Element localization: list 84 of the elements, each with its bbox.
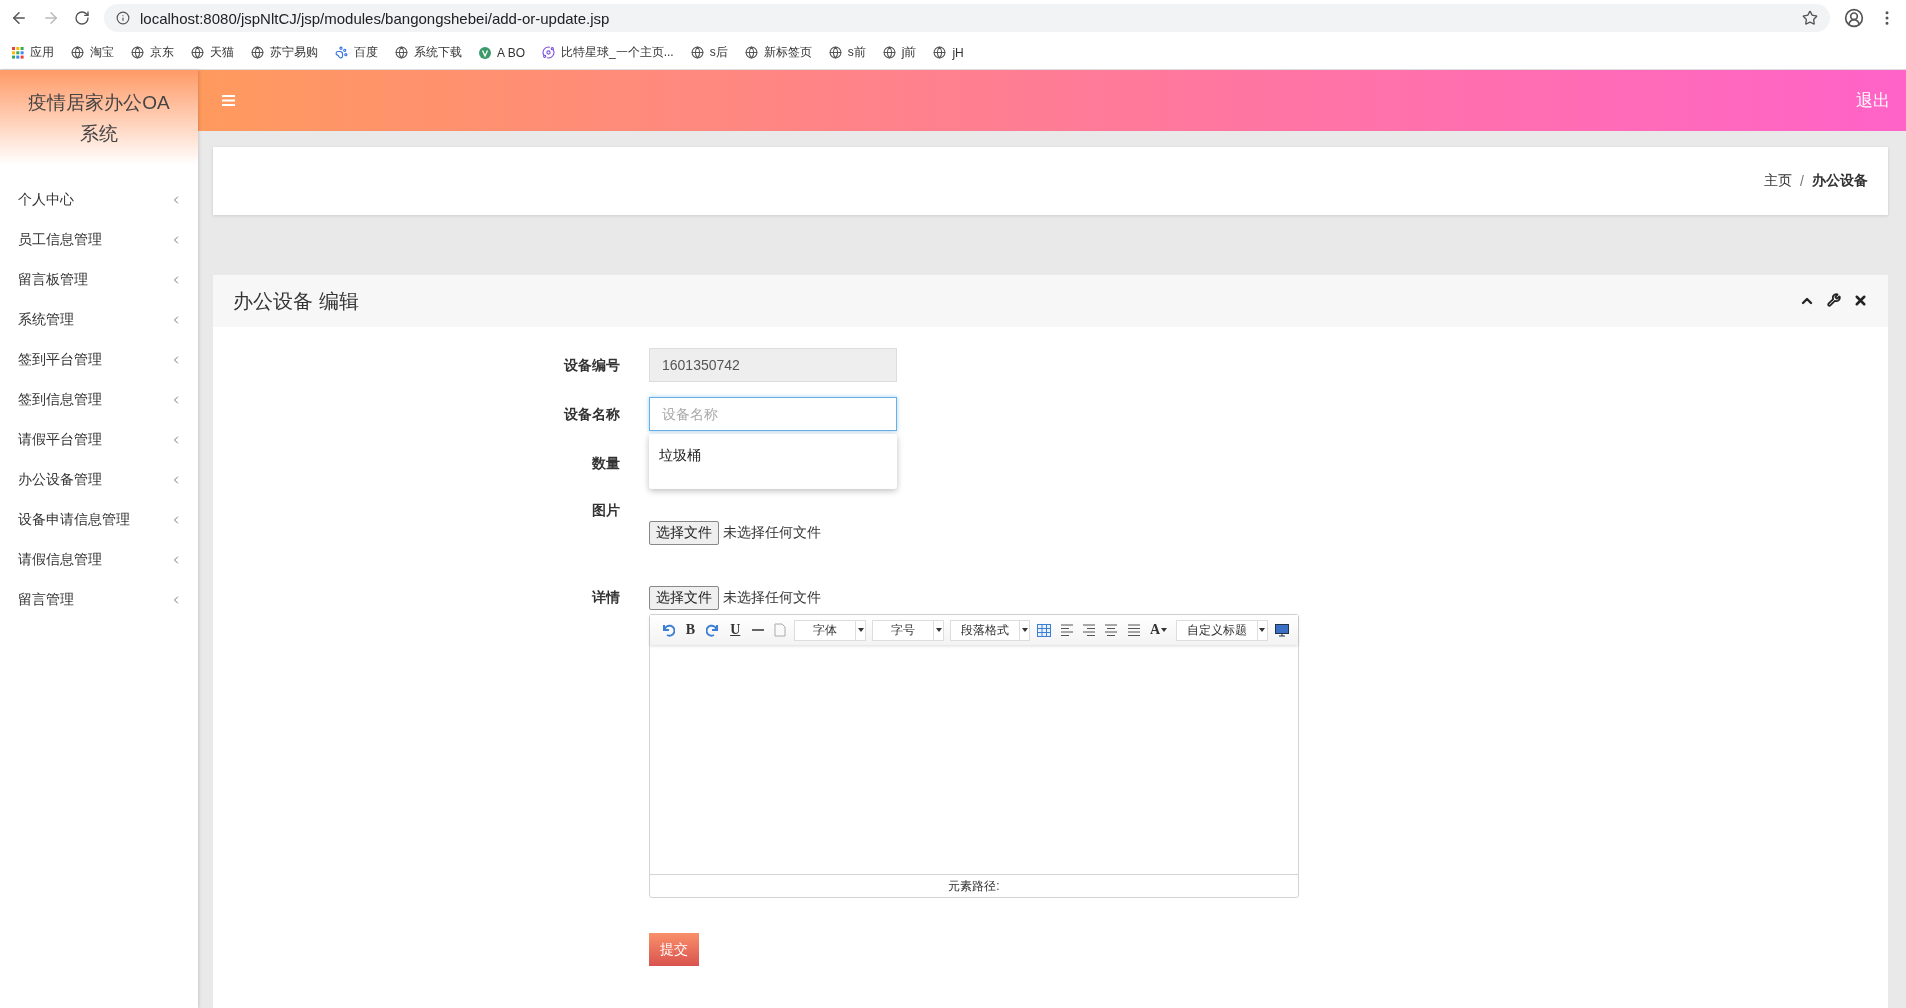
sidebar-item[interactable]: 留言管理 [0,580,198,620]
bookmark[interactable]: A BO [479,45,525,60]
globe-icon [251,46,264,59]
bookmark[interactable]: 应用 [12,44,54,61]
bold-button[interactable]: B [682,622,699,638]
breadcrumb-current: 办公设备 [1812,172,1868,190]
element-path: 元素路径: [948,877,1000,895]
back-icon[interactable] [10,9,28,27]
v-badge-icon [479,46,491,59]
text-field[interactable]: 设备名称 [649,397,897,431]
font-color-button[interactable]: A [1147,622,1170,638]
globe-icon [71,46,84,59]
sidebar-item[interactable]: 员工信息管理 [0,220,198,260]
file-status: 未选择任何文件 [723,589,821,607]
bookmark[interactable]: 系统下载 [395,44,462,61]
field-label: 设备编号 [562,357,620,375]
close-icon[interactable] [1853,293,1868,309]
bookmark[interactable]: s前 [828,44,866,61]
bookmark[interactable]: 天猫 [191,44,234,61]
sidebar-item[interactable]: 个人中心 [0,180,198,220]
choose-file-button[interactable]: 选择文件 [649,586,719,610]
star-icon[interactable] [1802,10,1818,26]
globe-icon [131,46,144,59]
bookmark[interactable]: jH [933,45,964,60]
table-icon[interactable] [1036,623,1053,637]
paw-icon [335,46,348,59]
reload-icon[interactable] [74,10,90,26]
sidebar-item[interactable]: 留言板管理 [0,260,198,300]
field-label: 图片 [591,502,620,520]
file-status: 未选择任何文件 [723,523,821,542]
sidebar-item[interactable]: 请假信息管理 [0,540,198,580]
toolbar-dropdown[interactable]: 字号 [872,619,945,641]
panel-title: 办公设备 编辑 [233,288,359,314]
toolbar-dropdown[interactable]: 字体 [794,619,867,641]
field-label: 设备名称 [562,406,620,424]
globe-icon [690,46,704,59]
suggestion-item[interactable]: 垃圾桶 [659,447,701,465]
info-icon [116,11,130,25]
wrench-icon[interactable] [1827,293,1841,309]
caret-icon [1161,628,1168,632]
bookmark[interactable]: 百度 [335,44,378,61]
globe-icon [882,46,896,59]
bookmark[interactable]: j前 [882,44,917,61]
breadcrumb-separator: / [1800,173,1804,189]
sidebar-item[interactable]: 请假平台管理 [0,420,198,460]
choose-file-button[interactable]: 选择文件 [649,520,719,545]
address-bar[interactable]: localhost:8080/jspNltCJ/jsp/modules/bangongshebei/add-or-update.jsp [104,4,1830,32]
bookmark[interactable]: 新标签页 [744,44,812,61]
globe-icon [933,46,947,59]
sidebar-item[interactable]: 签到信息管理 [0,380,198,420]
sidebar-item[interactable]: 设备申请信息管理 [0,500,198,540]
monitor-icon[interactable] [1273,623,1290,637]
underline-button[interactable]: U [727,622,744,638]
account-icon[interactable] [1844,8,1864,28]
sidebar-item[interactable]: 签到平台管理 [0,340,198,380]
bookmark[interactable]: 比特星球_一个主页... [542,44,674,61]
sidebar-item[interactable]: 系统管理 [0,300,198,340]
toolbar-dropdown[interactable]: 段落格式 [950,619,1031,641]
align-center-icon[interactable] [1103,623,1120,637]
app-title: 疫情居家办公OA系统 [0,70,198,165]
globe-icon [744,46,758,59]
sidebar-item[interactable]: 办公设备管理 [0,460,198,500]
bookmark[interactable]: s后 [690,44,728,61]
caret-icon [857,628,864,632]
field-label: 数量 [591,455,620,473]
url-text: localhost:8080/jspNltCJ/jsp/modules/bangongshebei/add-or-update.jsp [140,9,610,27]
justify-icon[interactable] [1125,623,1142,637]
toolbar-dropdown[interactable]: 自定义标题 [1175,619,1268,641]
apps-grid-icon [12,46,24,59]
align-left-icon[interactable] [1058,623,1075,637]
bookmark[interactable]: 京东 [131,44,174,61]
field-label: 详情 [591,589,620,607]
bookmark[interactable]: 淘宝 [71,44,114,61]
bookmark[interactable]: 苏宁易购 [251,44,318,61]
undo-icon[interactable] [660,623,677,637]
planet-icon [542,46,555,59]
globe-icon [395,46,408,59]
align-right-icon[interactable] [1080,623,1098,637]
caret-icon [1021,628,1028,632]
caret-icon [1259,628,1266,632]
breadcrumb-link[interactable]: 主页 [1764,172,1793,190]
globe-icon [191,46,204,59]
globe-icon [828,46,842,59]
caret-icon [935,628,942,632]
